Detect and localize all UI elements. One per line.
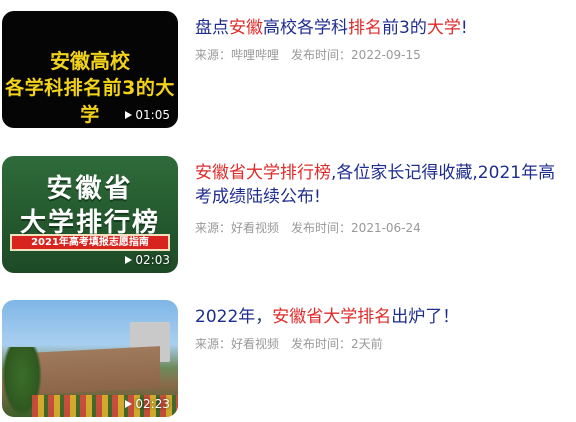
- date-label: 发布时间：: [291, 337, 352, 351]
- publish-date: 2天前: [351, 337, 383, 351]
- thumbnail-banner: 2021年高考填报志愿指南: [10, 234, 170, 251]
- publish-date: 2021-06-24: [351, 221, 421, 235]
- source-label: 来源：: [195, 337, 232, 351]
- thumbnail-caption-line1: 安徽省: [46, 174, 134, 204]
- title-text: 高校各学科: [263, 18, 348, 38]
- video-result-list: 安徽高校 各学科排名前3的大学 01:05 盘点安徽高校各学科排名前3的大学! …: [0, 0, 576, 422]
- video-title-link[interactable]: 2022年，安徽省大学排名出炉了！: [195, 305, 567, 329]
- thumbnail-caption-line1: 安徽高校: [50, 49, 130, 73]
- title-keyword-highlight: 安徽省大学排名: [272, 307, 392, 327]
- source-label: 来源：: [195, 221, 232, 235]
- title-keyword-highlight: 安徽: [229, 18, 263, 38]
- video-meta: 来源：哔哩哔哩 发布时间：2022-09-15: [195, 46, 421, 63]
- duration-badge: 01:05: [125, 108, 170, 122]
- date-label: 发布时间：: [291, 48, 352, 62]
- video-meta: 来源：好看视频 发布时间：2天前: [195, 335, 383, 352]
- duration-badge: 02:23: [125, 397, 170, 411]
- video-thumbnail[interactable]: 02:23: [2, 300, 178, 417]
- duration-text: 01:05: [135, 108, 170, 122]
- title-keyword-highlight: 排名: [348, 18, 382, 38]
- source-name: 好看视频: [231, 337, 280, 351]
- duration-badge: 02:03: [125, 253, 170, 267]
- title-text: !: [460, 18, 468, 38]
- duration-text: 02:03: [135, 253, 170, 267]
- video-thumbnail[interactable]: 安徽省 大学排行榜 2021年高考填报志愿指南 02:03: [2, 156, 178, 273]
- video-title-link[interactable]: 盘点安徽高校各学科排名前3的大学!: [195, 16, 567, 40]
- title-text: 前3的: [382, 18, 427, 38]
- publish-date: 2022-09-15: [351, 48, 421, 62]
- video-meta: 来源：好看视频 发布时间：2021-06-24: [195, 219, 421, 236]
- play-icon: [125, 400, 133, 408]
- title-keyword-highlight: 安徽省大学排行榜: [195, 163, 331, 183]
- title-keyword-highlight: 大学: [426, 18, 461, 38]
- duration-text: 02:23: [135, 397, 170, 411]
- source-name: 哔哩哔哩: [231, 48, 280, 62]
- title-text: 盘点: [195, 18, 229, 38]
- play-icon: [125, 256, 133, 264]
- source-name: 好看视频: [231, 221, 280, 235]
- video-thumbnail[interactable]: 安徽高校 各学科排名前3的大学 01:05: [2, 11, 178, 128]
- video-title-link[interactable]: 安徽省大学排行榜,各位家长记得收藏,2021年高考成绩陆续公布!: [195, 161, 567, 209]
- source-label: 来源：: [195, 48, 232, 62]
- title-text: 出炉了！: [391, 307, 460, 327]
- play-icon: [125, 111, 133, 119]
- title-text: 2022年，: [195, 307, 273, 327]
- date-label: 发布时间：: [291, 221, 352, 235]
